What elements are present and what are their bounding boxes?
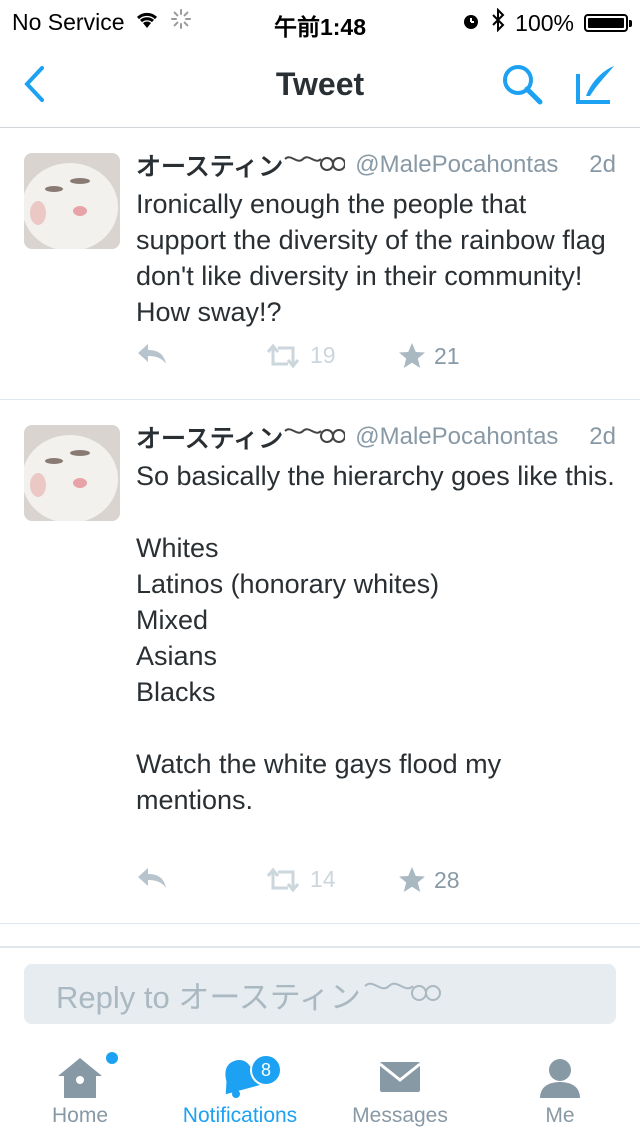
like-button[interactable]: 21 — [398, 342, 460, 370]
bluetooth-icon — [491, 7, 505, 38]
retweet-button[interactable]: 14 — [264, 866, 336, 893]
swirl-emoji-icon — [283, 151, 347, 180]
swirl-emoji-icon — [363, 976, 441, 1012]
tab-label: Messages — [352, 1104, 448, 1127]
star-icon — [399, 343, 425, 368]
divider — [0, 946, 640, 948]
tweet-text: Ironically enough the people that suppor… — [136, 189, 606, 327]
tab-messages[interactable]: Messages — [320, 1040, 480, 1136]
retweet-button[interactable]: 19 — [264, 342, 336, 369]
reply-placeholder: Reply to オースティン — [56, 979, 361, 1015]
tweet-time: 2d — [589, 151, 616, 178]
tab-label: Notifications — [182, 1104, 298, 1127]
tweet-header: オースティン @MalePocahontas 2d — [136, 148, 616, 182]
retweet-icon — [266, 343, 300, 368]
tab-label: Me — [545, 1104, 575, 1127]
envelope-icon — [379, 1062, 421, 1092]
reply-button[interactable] — [136, 866, 168, 890]
user-handle[interactable]: @MalePocahontas — [355, 151, 558, 179]
nav-bar: Tweet — [0, 40, 640, 128]
alarm-icon — [461, 10, 481, 37]
avatar[interactable] — [24, 153, 120, 249]
like-count: 21 — [434, 342, 460, 369]
retweet-count: 19 — [310, 342, 336, 368]
compose-quill-icon — [576, 66, 614, 104]
avatar[interactable] — [24, 425, 120, 521]
retweet-count: 14 — [310, 866, 336, 892]
star-icon — [399, 867, 425, 892]
swirl-emoji-icon — [283, 423, 347, 452]
display-name[interactable]: オースティン — [136, 147, 283, 183]
reply-icon — [138, 868, 166, 888]
tweet-text: So basically the hierarchy goes like thi… — [136, 461, 615, 815]
notification-badge: 8 — [250, 1054, 282, 1086]
like-count: 28 — [434, 866, 460, 893]
tweet-actions: 19 21 — [136, 342, 536, 382]
search-icon — [503, 65, 543, 105]
tweet[interactable]: オースティン @MalePocahontas 2d Ironically eno… — [0, 128, 640, 400]
reply-input[interactable]: Reply to オースティン — [24, 964, 616, 1024]
battery-percent: 100% — [515, 9, 574, 36]
tab-home[interactable]: Home — [0, 1040, 160, 1136]
tweet-header: オースティン @MalePocahontas 2d — [136, 420, 616, 454]
reply-icon — [138, 344, 166, 364]
tab-me[interactable]: Me — [480, 1040, 640, 1136]
home-unread-dot — [106, 1052, 118, 1064]
tweet-actions: 14 28 — [136, 866, 536, 906]
status-bar: No Service 午前1:48 100% — [0, 0, 640, 40]
tab-notifications[interactable]: 8 Notifications — [160, 1040, 320, 1136]
user-handle[interactable]: @MalePocahontas — [355, 423, 558, 451]
tweet-time: 2d — [589, 423, 616, 450]
reply-button[interactable] — [136, 342, 168, 366]
search-button[interactable] — [492, 58, 552, 110]
tab-label: Home — [51, 1104, 109, 1127]
battery-icon — [584, 14, 632, 32]
display-name[interactable]: オースティン — [136, 419, 283, 455]
retweet-icon — [266, 867, 300, 892]
person-icon — [540, 1059, 580, 1098]
like-button[interactable]: 28 — [398, 866, 460, 894]
tab-bar: Home 8 Notifications Messages Me — [0, 1040, 640, 1136]
home-icon — [58, 1058, 102, 1098]
compose-button[interactable] — [566, 58, 626, 110]
tweet[interactable]: オースティン @MalePocahontas 2d So basically t… — [0, 400, 640, 924]
